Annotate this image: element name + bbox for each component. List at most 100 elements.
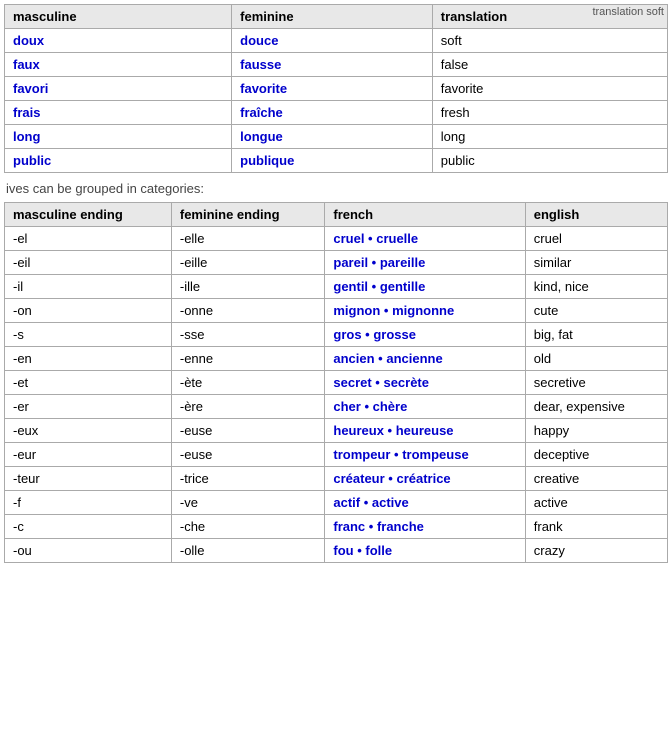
table2-cell: fou • folle — [325, 539, 525, 563]
table1-cell: faux — [5, 53, 232, 77]
table-row: douxdoucesoft — [5, 29, 668, 53]
table2-cell: old — [525, 347, 667, 371]
table1-cell: fausse — [232, 53, 433, 77]
table2-cell: -euse — [171, 443, 325, 467]
table-row: -teur-tricecréateur • créatricecreative — [5, 467, 668, 491]
table2-cell: secretive — [525, 371, 667, 395]
table-row: -s-ssegros • grossebig, fat — [5, 323, 668, 347]
table-row: -er-èrecher • chèredear, expensive — [5, 395, 668, 419]
table1-col-masculine: masculine — [5, 5, 232, 29]
table1-cell: doux — [5, 29, 232, 53]
table2-cell: -eur — [5, 443, 172, 467]
table1-cell: longue — [232, 125, 433, 149]
table2-cell: similar — [525, 251, 667, 275]
table2-cell: -trice — [171, 467, 325, 491]
table1-cell: public — [5, 149, 232, 173]
table2-cell: -euse — [171, 419, 325, 443]
table-row: -c-chefranc • franchefrank — [5, 515, 668, 539]
table1-cell: fresh — [432, 101, 667, 125]
table2-cell: -el — [5, 227, 172, 251]
table2-cell: cher • chère — [325, 395, 525, 419]
table2-cell: happy — [525, 419, 667, 443]
table-row: -on-onnemignon • mignonnecute — [5, 299, 668, 323]
table2-cell: heureux • heureuse — [325, 419, 525, 443]
table2-cell: -eil — [5, 251, 172, 275]
table2-cell: creative — [525, 467, 667, 491]
table1-cell: fraîche — [232, 101, 433, 125]
table2-cell: -il — [5, 275, 172, 299]
table2-cell: -en — [5, 347, 172, 371]
table2-cell: -ère — [171, 395, 325, 419]
table2-cell: -et — [5, 371, 172, 395]
table2-cell: -ve — [171, 491, 325, 515]
table-row: favorifavoritefavorite — [5, 77, 668, 101]
table2-cell: -s — [5, 323, 172, 347]
top-hint: translation soft — [592, 6, 664, 18]
table2: masculine ending feminine ending french … — [4, 202, 668, 563]
table2-cell: créateur • créatrice — [325, 467, 525, 491]
table2-col-masc-ending: masculine ending — [5, 203, 172, 227]
table-row: -el-ellecruel • cruellecruel — [5, 227, 668, 251]
table2-cell: crazy — [525, 539, 667, 563]
table2-cell: -sse — [171, 323, 325, 347]
table1-cell: publique — [232, 149, 433, 173]
table2-cell: -eux — [5, 419, 172, 443]
table2-cell: secret • secrète — [325, 371, 525, 395]
table2-cell: -onne — [171, 299, 325, 323]
table1-cell: false — [432, 53, 667, 77]
table1-cell: favori — [5, 77, 232, 101]
table2-cell: -on — [5, 299, 172, 323]
table2-cell: cruel • cruelle — [325, 227, 525, 251]
table2-cell: pareil • pareille — [325, 251, 525, 275]
table2-col-english: english — [525, 203, 667, 227]
table2-cell: -er — [5, 395, 172, 419]
table2-cell: -elle — [171, 227, 325, 251]
table2-header-row: masculine ending feminine ending french … — [5, 203, 668, 227]
table2-cell: -teur — [5, 467, 172, 491]
table2-cell: -ou — [5, 539, 172, 563]
table1-cell: soft — [432, 29, 667, 53]
table2-cell: -f — [5, 491, 172, 515]
table2-cell: -olle — [171, 539, 325, 563]
table2-col-french: french — [325, 203, 525, 227]
page-wrapper: translation soft masculine feminine tran… — [4, 4, 668, 563]
table2-cell: big, fat — [525, 323, 667, 347]
table-row: -eil-eillepareil • pareillesimilar — [5, 251, 668, 275]
table1-cell: public — [432, 149, 667, 173]
table-row: -eux-euseheureux • heureusehappy — [5, 419, 668, 443]
table-row: -eur-eusetrompeur • trompeusedeceptive — [5, 443, 668, 467]
table-row: longlonguelong — [5, 125, 668, 149]
table2-cell: cruel — [525, 227, 667, 251]
table2-cell: actif • active — [325, 491, 525, 515]
table2-cell: cute — [525, 299, 667, 323]
table2-cell: dear, expensive — [525, 395, 667, 419]
table2-cell: -enne — [171, 347, 325, 371]
table2-col-fem-ending: feminine ending — [171, 203, 325, 227]
table2-cell: -eille — [171, 251, 325, 275]
table1-header-row: masculine feminine translation — [5, 5, 668, 29]
table1-col-feminine: feminine — [232, 5, 433, 29]
table2-cell: ancien • ancienne — [325, 347, 525, 371]
table2-cell: kind, nice — [525, 275, 667, 299]
table1-cell: douce — [232, 29, 433, 53]
table2-cell: mignon • mignonne — [325, 299, 525, 323]
table-row: -en-enneancien • ancienneold — [5, 347, 668, 371]
table1-cell: favorite — [232, 77, 433, 101]
table2-cell: gros • grosse — [325, 323, 525, 347]
table2-cell: frank — [525, 515, 667, 539]
table1-cell: long — [5, 125, 232, 149]
middle-text: ives can be grouped in categories: — [6, 181, 666, 196]
table2-cell: -ille — [171, 275, 325, 299]
table1-cell: long — [432, 125, 667, 149]
table2-cell: deceptive — [525, 443, 667, 467]
table-row: fraisfraîchefresh — [5, 101, 668, 125]
table2-cell: trompeur • trompeuse — [325, 443, 525, 467]
table-row: fauxfaussefalse — [5, 53, 668, 77]
table-row: -ou-ollefou • follecrazy — [5, 539, 668, 563]
table2-cell: active — [525, 491, 667, 515]
table2-cell: -ète — [171, 371, 325, 395]
table2-cell: franc • franche — [325, 515, 525, 539]
table-row: -il-illegentil • gentillekind, nice — [5, 275, 668, 299]
table1: masculine feminine translation douxdouce… — [4, 4, 668, 173]
table2-cell: gentil • gentille — [325, 275, 525, 299]
